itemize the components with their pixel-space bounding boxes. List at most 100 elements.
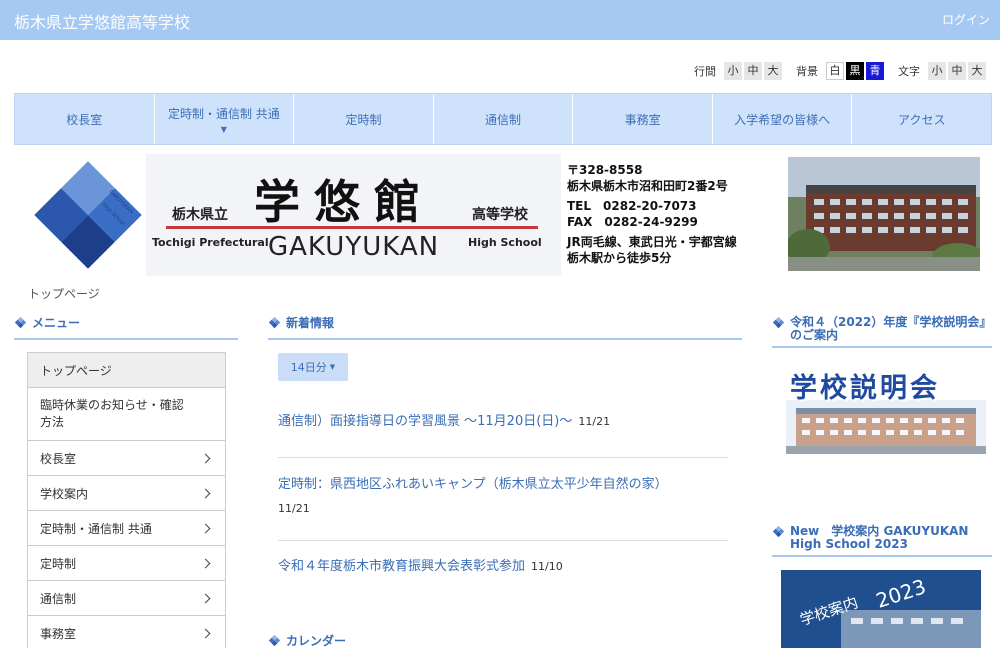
text-size-large-button[interactable]: 大: [968, 62, 986, 80]
chevron-right-icon: [200, 523, 211, 533]
breadcrumb[interactable]: トップページ: [28, 285, 100, 302]
days-filter-label: 14日分: [290, 361, 327, 374]
news-link[interactable]: 定時制：県西地区ふれあいキャンプ（栃木県立太平少年自然の家）: [278, 477, 668, 492]
chevron-right-icon: [200, 453, 211, 463]
menu-item-correspondence[interactable]: 通信制: [28, 581, 225, 616]
menu-item-school-guide[interactable]: 学校案内: [28, 476, 225, 511]
line-spacing-medium-button[interactable]: 中: [744, 62, 762, 80]
menu-heading: メニュー: [14, 316, 238, 340]
calendar-title: カレンダー: [286, 634, 347, 648]
background-white-button[interactable]: 白: [826, 62, 844, 80]
nav-correspondence[interactable]: 通信制: [432, 94, 573, 144]
menu-item-label: 事務室: [40, 626, 77, 641]
phone-number: TEL 0282-20-7073: [567, 199, 697, 213]
banner-high-school-jp: 高等学校: [472, 207, 528, 223]
menu-item-label: 定時制・通信制 共通: [40, 521, 152, 536]
display-tools: 行間 小 中 大 背景 白 黒 青 文字 小 中 大: [694, 61, 986, 81]
menu-item-top[interactable]: トップページ: [28, 353, 225, 388]
nav-part-time[interactable]: 定時制: [293, 94, 433, 144]
logo-diamond-icon: [31, 158, 145, 272]
access-line-2: 栃木駅から徒歩5分: [567, 251, 672, 265]
banner-prefectural: 栃木県立: [172, 207, 228, 223]
line-spacing-small-button[interactable]: 小: [724, 62, 742, 80]
nav-access[interactable]: アクセス: [851, 94, 991, 144]
banner-gakuyukan: GAKUYUKAN: [268, 232, 440, 262]
banner-tochigi: Tochigi Prefectural: [152, 236, 269, 249]
side-menu: トップページ 臨時休業のお知らせ・確認方法 校長室 学校案内 定時制・通信制 共…: [27, 352, 226, 648]
street-address: 栃木県栃木市沼和田町2番2号: [567, 179, 728, 193]
nav-office[interactable]: 事務室: [572, 94, 712, 144]
banner-school-name: 学悠館: [254, 175, 434, 229]
text-size-label: 文字: [898, 65, 920, 78]
briefing-banner-text: 学校説明会: [790, 373, 940, 404]
chevron-right-icon: [200, 593, 211, 603]
menu-item-closure-notice[interactable]: 臨時休業のお知らせ・確認方法: [28, 388, 225, 441]
days-filter-dropdown[interactable]: 14日分 ▼: [278, 353, 348, 381]
news-link[interactable]: 通信制）面接指導日の学習風景 〜11月20日(日)〜: [278, 414, 572, 429]
menu-item-office[interactable]: 事務室: [28, 616, 225, 648]
menu-item-label: 校長室: [40, 451, 77, 466]
nav-common[interactable]: 定時制・通信制 共通 ▼: [153, 94, 294, 144]
chevron-right-icon: [200, 488, 211, 498]
news-item: 通信制）面接指導日の学習風景 〜11月20日(日)〜 11/21: [278, 410, 728, 429]
school-banner: 栃木県立 学悠館 高等学校 Tochigi Prefectural GAKUYU…: [146, 154, 561, 276]
menu-title: メニュー: [32, 316, 81, 330]
line-spacing-label: 行間: [694, 65, 716, 78]
fax-number: FAX 0282-24-9299: [567, 215, 698, 229]
nav-principal[interactable]: 校長室: [15, 94, 154, 144]
menu-item-label: 臨時休業のお知らせ・確認方法: [40, 398, 184, 429]
news-item: 令和４年度栃木市教育振興大会表彰式参加 11/10: [278, 555, 728, 574]
text-size-small-button[interactable]: 小: [928, 62, 946, 80]
school-guide-banner[interactable]: 学校案内 2023: [781, 570, 981, 648]
login-link[interactable]: ログイン: [942, 11, 990, 28]
menu-item-part-time[interactable]: 定時制: [28, 546, 225, 581]
nav-label: 定時制・通信制 共通: [167, 106, 280, 121]
school-logo[interactable]: GAKUYUKAN High School: [30, 157, 150, 272]
news-divider: [278, 457, 728, 458]
chevron-right-icon: [200, 558, 211, 568]
calendar-heading: カレンダー: [268, 634, 742, 648]
news-item: 定時制：県西地区ふれあいキャンプ（栃木県立太平少年自然の家） 11/21: [278, 472, 728, 520]
menu-item-common[interactable]: 定時制・通信制 共通: [28, 511, 225, 546]
text-size-tool: 文字 小 中 大: [898, 62, 986, 80]
nav-label: 定時制: [345, 112, 382, 127]
news-title: 新着情報: [286, 316, 335, 330]
menu-item-principal[interactable]: 校長室: [28, 441, 225, 476]
school-address: 〒328-8558 栃木県栃木市沼和田町2番2号 TEL 0282-20-707…: [567, 162, 737, 266]
background-label: 背景: [796, 65, 818, 78]
menu-item-label: 学校案内: [40, 486, 89, 501]
building-illustration: [786, 400, 986, 454]
briefing-heading: 令和４（2022）年度『学校説明会』のご案内: [772, 316, 992, 348]
nav-label: 事務室: [624, 112, 661, 127]
background-blue-button[interactable]: 青: [866, 62, 884, 80]
nav-label: 校長室: [66, 112, 103, 127]
banner-divider: [166, 226, 538, 229]
diamond-icon: [14, 316, 27, 329]
guide-title: New 学校案内 GAKUYUKAN High School 2023: [790, 524, 969, 551]
diamond-icon: [772, 525, 785, 538]
nav-label: 入学希望の皆様へ: [734, 112, 831, 127]
text-size-medium-button[interactable]: 中: [948, 62, 966, 80]
zip-code: 〒328-8558: [567, 163, 643, 177]
line-spacing-large-button[interactable]: 大: [764, 62, 782, 80]
news-divider: [278, 540, 728, 541]
banner-high-school-en: High School: [468, 236, 542, 249]
site-title[interactable]: 栃木県立学悠館高等学校: [14, 9, 190, 33]
diamond-icon: [268, 316, 281, 329]
school-building-photo: [788, 157, 980, 271]
nav-applicants[interactable]: 入学希望の皆様へ: [711, 94, 852, 144]
nav-label: アクセス: [898, 112, 946, 127]
line-spacing-tool: 行間 小 中 大: [694, 62, 782, 80]
caret-down-icon: ▼: [220, 124, 227, 134]
nav-label: 通信制: [485, 112, 522, 127]
diamond-icon: [268, 634, 281, 647]
menu-item-label: 通信制: [40, 591, 77, 606]
news-link[interactable]: 令和４年度栃木市教育振興大会表彰式参加: [278, 559, 525, 574]
briefing-banner[interactable]: 学校説明会: [786, 362, 986, 457]
background-black-button[interactable]: 黒: [846, 62, 864, 80]
news-date: 11/21: [278, 502, 310, 515]
news-heading: 新着情報: [268, 316, 742, 340]
main-nav: 校長室 定時制・通信制 共通 ▼ 定時制 通信制 事務室 入学希望の皆様へ アクセ…: [14, 93, 992, 145]
access-line-1: JR両毛線、東武日光・宇都宮線: [567, 235, 737, 249]
chevron-right-icon: [200, 628, 211, 638]
